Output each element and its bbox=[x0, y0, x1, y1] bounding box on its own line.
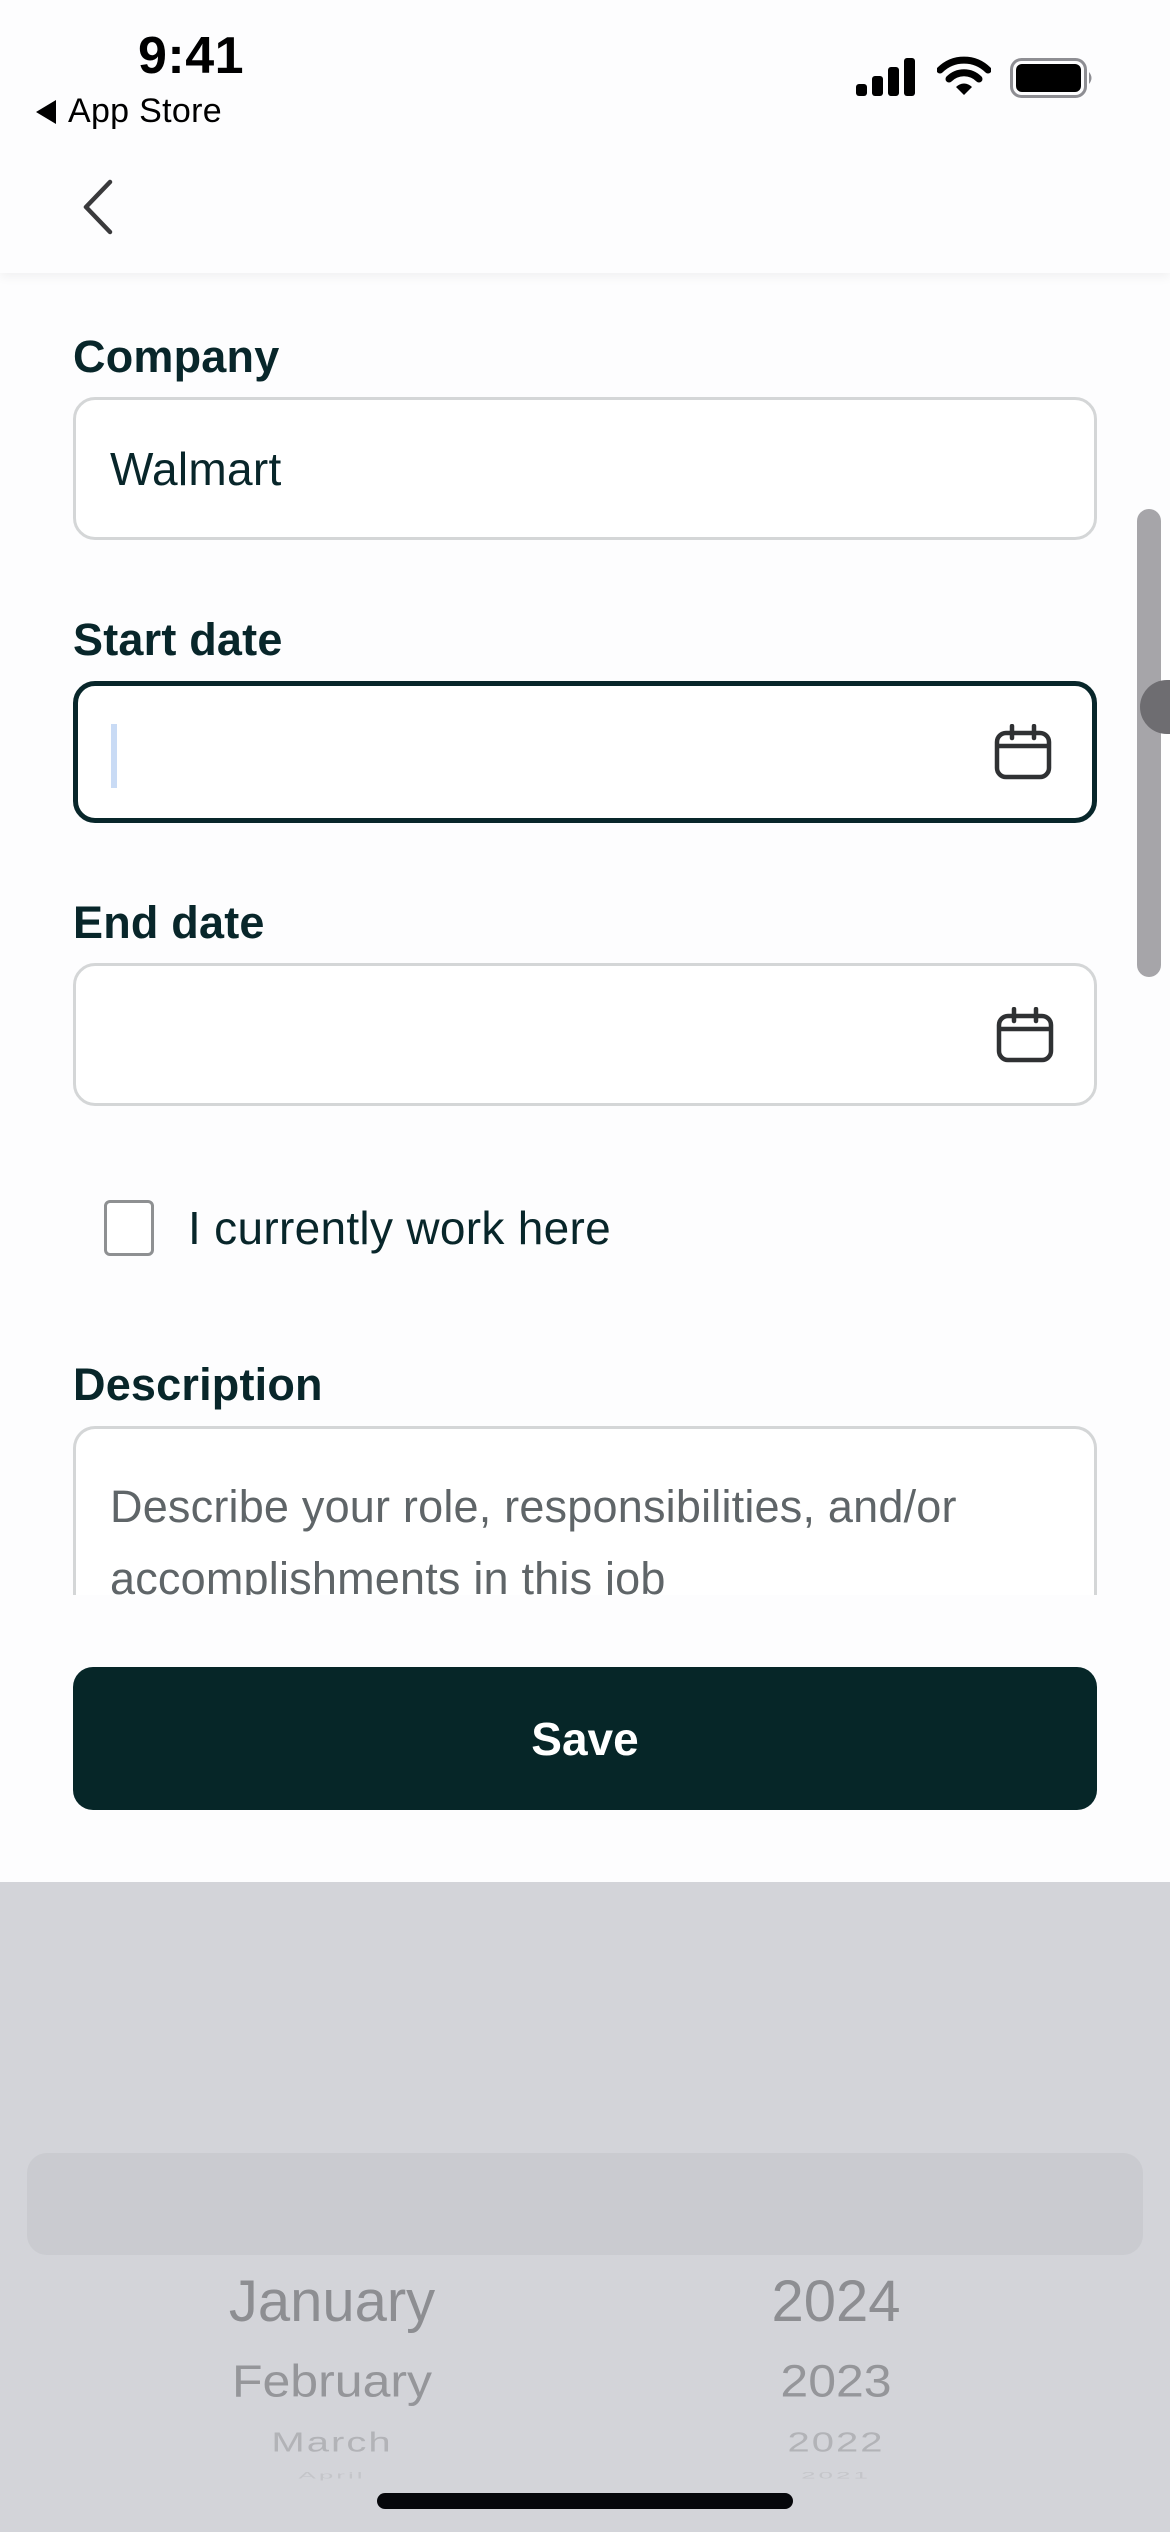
text-caret bbox=[111, 724, 117, 788]
company-value: Walmart bbox=[110, 442, 282, 495]
company-label: Company bbox=[73, 331, 280, 382]
wifi-icon bbox=[937, 56, 991, 95]
battery-icon bbox=[1010, 58, 1092, 98]
picker-year-option[interactable]: 2023 bbox=[780, 2355, 891, 2407]
calendar-icon[interactable] bbox=[996, 1006, 1054, 1063]
home-indicator[interactable] bbox=[377, 2493, 793, 2509]
chevron-left-icon[interactable] bbox=[78, 178, 118, 236]
picker-month-option[interactable]: January bbox=[229, 2268, 435, 2335]
save-button[interactable]: Save bbox=[73, 1667, 1097, 1810]
currently-work-here-row[interactable]: I currently work here bbox=[104, 1200, 611, 1256]
back-to-app-store[interactable]: App Store bbox=[36, 92, 222, 131]
picker-year-option[interactable]: 2024 bbox=[771, 2268, 900, 2335]
picker-month-option[interactable]: February bbox=[232, 2355, 432, 2407]
end-date-input[interactable] bbox=[73, 963, 1097, 1106]
description-clip: Describe your role, responsibilities, an… bbox=[0, 1420, 1170, 1595]
picker-selection-band bbox=[27, 2153, 1143, 2255]
description-textarea[interactable]: Describe your role, responsibilities, an… bbox=[73, 1426, 1097, 1595]
start-date-input[interactable] bbox=[73, 681, 1097, 823]
picker-month-option[interactable]: March bbox=[271, 2427, 392, 2459]
picker-year-option[interactable]: 2021 bbox=[801, 2470, 871, 2481]
scrollbar[interactable] bbox=[1137, 509, 1161, 977]
calendar-icon[interactable] bbox=[994, 724, 1052, 780]
back-triangle-icon bbox=[36, 99, 56, 124]
end-date-label: End date bbox=[73, 897, 265, 948]
currently-work-here-checkbox[interactable] bbox=[104, 1200, 154, 1256]
start-date-label: Start date bbox=[73, 614, 283, 665]
picker-month-option[interactable]: April bbox=[298, 2470, 365, 2481]
currently-work-here-label: I currently work here bbox=[188, 1202, 611, 1254]
nav-header: 9:41 App Store bbox=[0, 0, 1170, 273]
status-time: 9:41 bbox=[138, 27, 245, 85]
company-input[interactable]: Walmart bbox=[73, 397, 1097, 540]
cellular-signal-icon bbox=[856, 58, 915, 96]
description-label: Description bbox=[73, 1359, 323, 1410]
description-placeholder: Describe your role, responsibilities, an… bbox=[110, 1481, 957, 1595]
picker-year-option[interactable]: 2022 bbox=[788, 2427, 885, 2459]
back-app-label: App Store bbox=[68, 92, 222, 130]
